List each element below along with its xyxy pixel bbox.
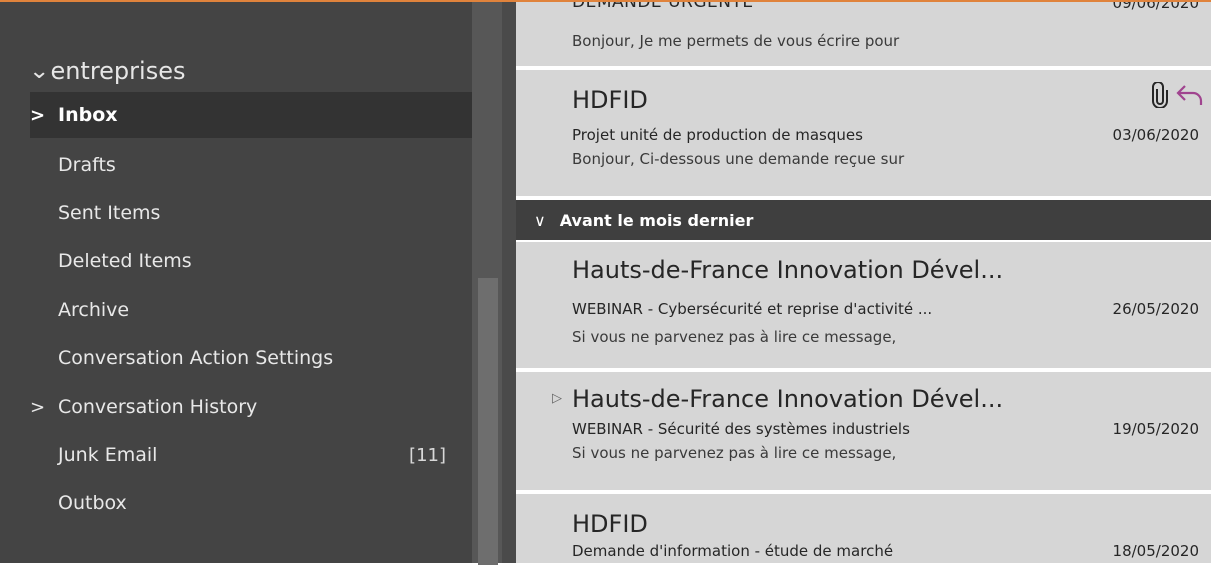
folder-conversation-action-settings[interactable]: Conversation Action Settings	[30, 335, 472, 381]
folder-outbox[interactable]: Outbox	[30, 480, 472, 526]
folder-label: Archive	[58, 299, 130, 321]
folder-sent-items[interactable]: Sent Items	[30, 190, 472, 236]
chevron-down-icon: ⌄	[28, 58, 50, 84]
paperclip-icon	[1152, 82, 1168, 108]
expand-conversation-icon[interactable]: ▷	[552, 391, 562, 406]
folder-label: Conversation History	[58, 396, 258, 418]
folder-junk-email[interactable]: Junk Email [11]	[30, 432, 472, 478]
pane-divider[interactable]	[502, 2, 516, 563]
folder-label: Junk Email	[58, 444, 158, 466]
folder-pane: ⌄ entreprises > Inbox Drafts Sent Items …	[0, 2, 472, 563]
folder-label: Deleted Items	[58, 250, 192, 272]
chevron-right-icon[interactable]: >	[30, 397, 58, 418]
account-group-entreprises[interactable]: ⌄ entreprises	[28, 54, 186, 88]
message-item[interactable]: Hauts-de-France Innovation Dével... WEBI…	[516, 242, 1211, 368]
folder-inbox[interactable]: > Inbox	[30, 92, 472, 138]
message-preview: Bonjour, Je me permets de vous écrire po…	[572, 32, 900, 50]
message-date: 19/05/2020	[1112, 420, 1199, 438]
chevron-down-icon: ∨	[534, 210, 546, 230]
message-item[interactable]: DEMANDE URGENTE 09/06/2020 Bonjour, Je m…	[516, 2, 1211, 66]
section-header-older[interactable]: ∨ Avant le mois dernier	[516, 200, 1211, 240]
message-subject: Demande d'information - étude de marché	[572, 542, 894, 560]
message-preview: Bonjour, Ci-dessous une demande reçue su…	[572, 150, 905, 168]
message-preview: Si vous ne parvenez pas à lire ce messag…	[572, 444, 897, 462]
message-sender: Hauts-de-France Innovation Dével...	[572, 256, 1004, 284]
message-sender: HDFID	[572, 86, 648, 114]
message-date: 03/06/2020	[1112, 126, 1199, 144]
folder-label: Outbox	[58, 492, 127, 514]
message-subject: WEBINAR - Cybersécurité et reprise d'act…	[572, 300, 933, 318]
message-item[interactable]: ▷ Hauts-de-France Innovation Dével... WE…	[516, 372, 1211, 490]
message-item[interactable]: HDFID Demande d'information - étude de m…	[516, 494, 1211, 563]
folder-label: Drafts	[58, 154, 116, 176]
message-subject: WEBINAR - Sécurité des systèmes industri…	[572, 420, 910, 438]
message-sender: HDFID	[572, 510, 648, 538]
message-date: 09/06/2020	[1112, 2, 1199, 12]
account-group-label: entreprises	[50, 57, 186, 85]
folder-label: Conversation Action Settings	[58, 347, 334, 369]
message-subject: Projet unité de production de masques	[572, 126, 863, 144]
unread-count: [11]	[409, 444, 446, 466]
message-date: 18/05/2020	[1112, 542, 1199, 560]
section-header-label: Avant le mois dernier	[559, 210, 754, 230]
folder-pane-scrollbar[interactable]	[472, 2, 502, 565]
folder-deleted-items[interactable]: Deleted Items	[30, 238, 472, 284]
folder-label: Inbox	[58, 104, 118, 126]
message-sender: Hauts-de-France Innovation Dével...	[572, 385, 1004, 413]
message-item[interactable]: HDFID Projet unité de production de masq…	[516, 70, 1211, 196]
folder-drafts[interactable]: Drafts	[30, 142, 472, 188]
message-list: DEMANDE URGENTE 09/06/2020 Bonjour, Je m…	[516, 2, 1211, 563]
folder-archive[interactable]: Archive	[30, 287, 472, 333]
message-date: 26/05/2020	[1112, 300, 1199, 318]
message-preview: Si vous ne parvenez pas à lire ce messag…	[572, 328, 897, 346]
reply-icon	[1176, 85, 1203, 105]
scrollbar-thumb[interactable]	[478, 278, 498, 565]
folder-conversation-history[interactable]: > Conversation History	[30, 384, 472, 430]
folder-label: Sent Items	[58, 202, 161, 224]
chevron-right-icon[interactable]: >	[30, 105, 58, 126]
message-subject-cut: DEMANDE URGENTE	[572, 2, 754, 12]
